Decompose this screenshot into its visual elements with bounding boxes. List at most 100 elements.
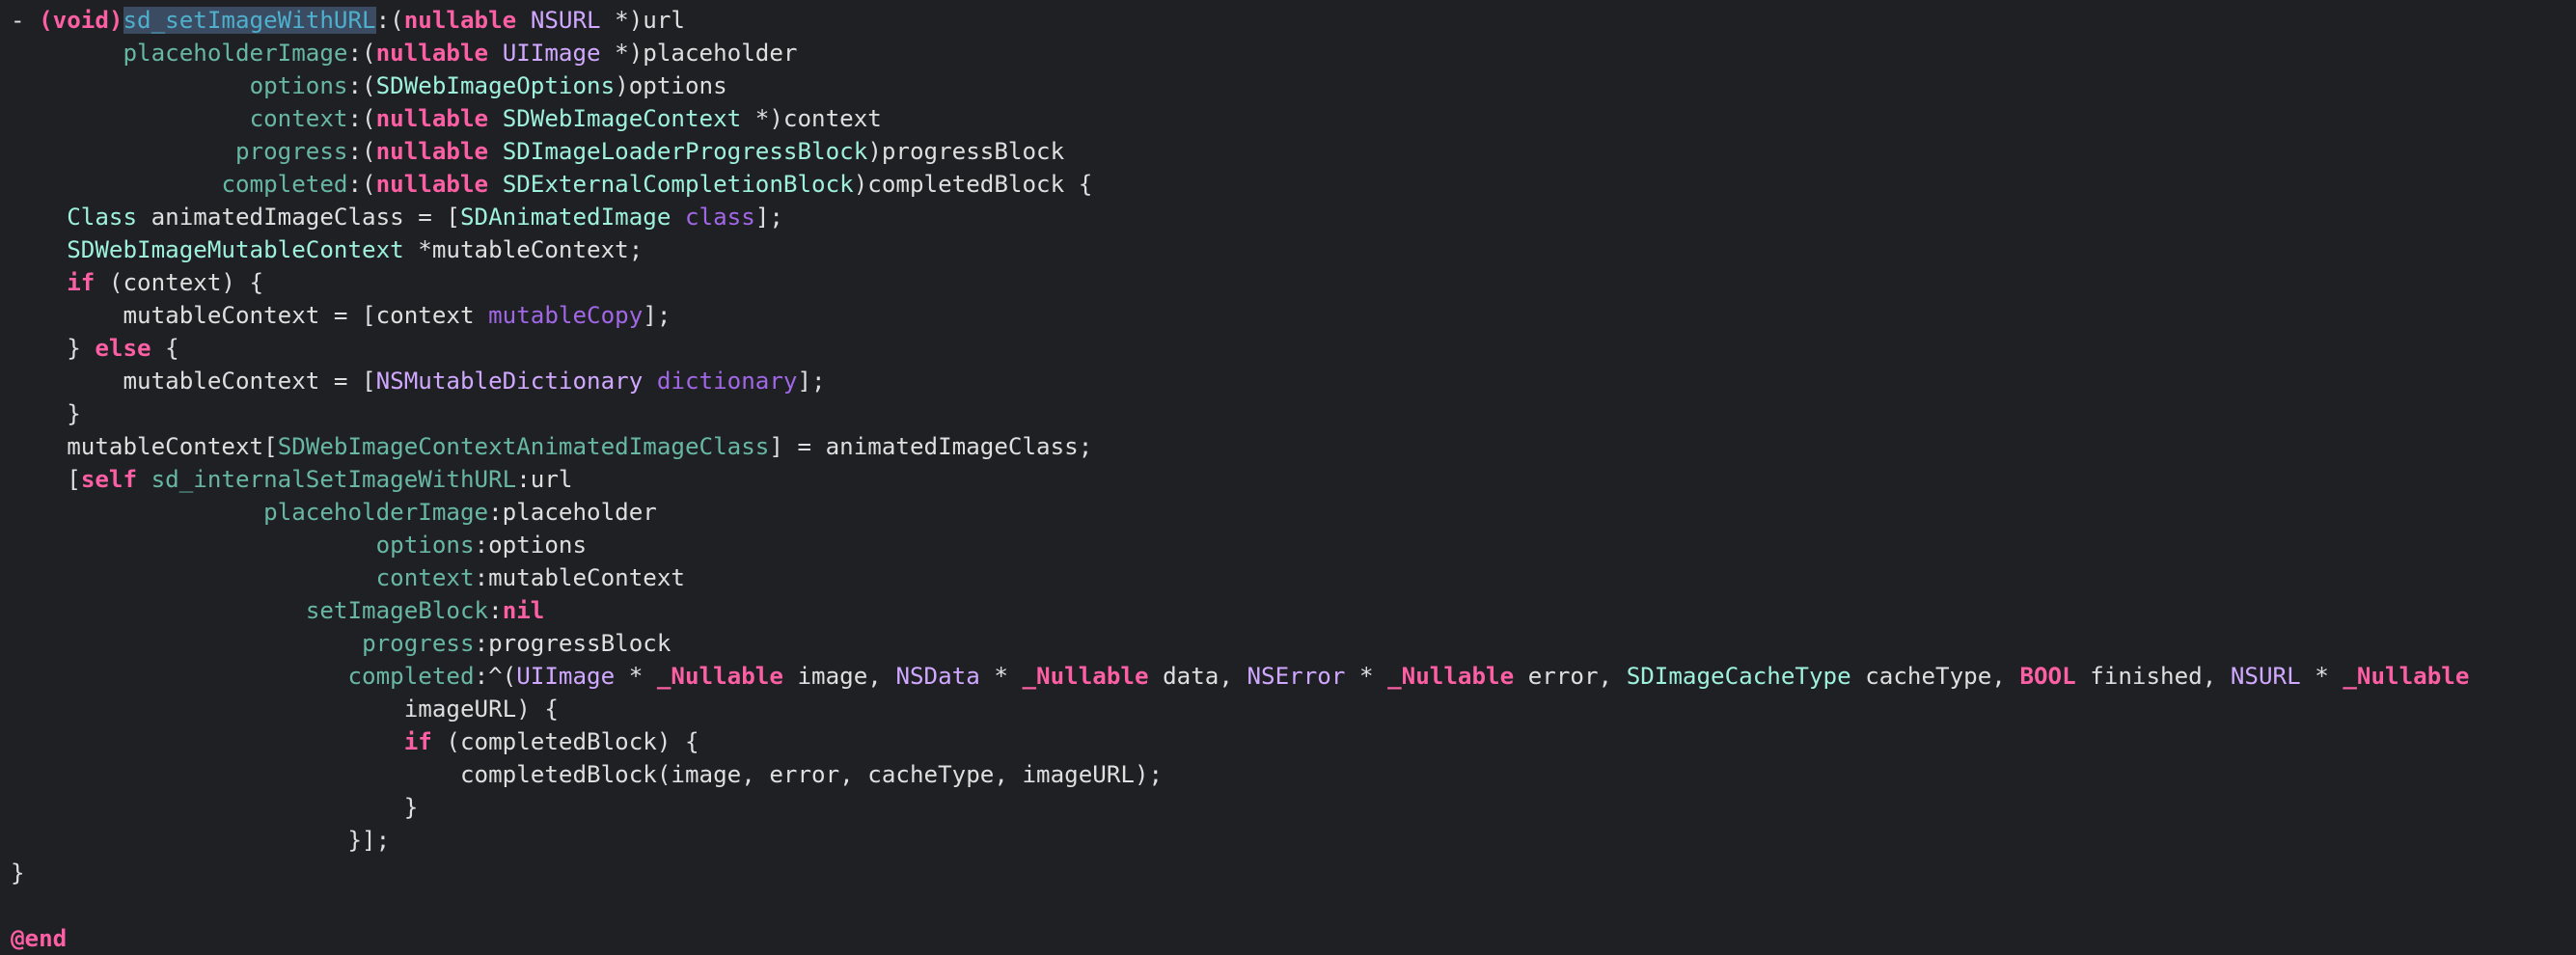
code-token: (context) {	[95, 269, 264, 296]
code-line[interactable]: if (completedBlock) {	[11, 725, 2469, 758]
code-token: progress	[235, 138, 348, 165]
code-line[interactable]: } else {	[11, 332, 2469, 365]
code-token: :^(	[474, 663, 517, 690]
code-line[interactable]: mutableContext = [NSMutableDictionary di…	[11, 365, 2469, 397]
code-token: mutableContext = [context	[11, 302, 489, 329]
code-token: SDImageCacheType	[1626, 663, 1851, 690]
code-line[interactable]: context:(nullable SDWebImageContext *)co…	[11, 102, 2469, 135]
code-token: class	[685, 204, 755, 231]
code-token: :(	[347, 40, 376, 67]
code-token: mutableContext = [	[11, 368, 376, 395]
code-token: dictionary	[656, 368, 798, 395]
code-line[interactable]: progress:(nullable SDImageLoaderProgress…	[11, 135, 2469, 168]
code-token: :(	[347, 72, 376, 99]
code-line[interactable]: if (context) {	[11, 266, 2469, 299]
code-token: *	[1345, 663, 1388, 690]
code-token: :(	[375, 7, 404, 34]
code-line[interactable]: placeholderImage:placeholder	[11, 496, 2469, 529]
code-token: nil	[502, 597, 545, 624]
code-line[interactable]	[11, 889, 2469, 922]
code-line[interactable]: }	[11, 397, 2469, 430]
code-line[interactable]: }	[11, 857, 2469, 889]
code-token: _Nullable	[1387, 663, 1515, 690]
code-lines[interactable]: - (void)sd_setImageWithURL:(nullable NSU…	[11, 4, 2469, 955]
code-line[interactable]: - (void)sd_setImageWithURL:(nullable NSU…	[11, 4, 2469, 37]
selected-token: sd_setImageWithURL	[123, 7, 376, 34]
code-token: context	[375, 564, 475, 591]
code-token: setImageBlock	[305, 597, 489, 624]
code-token: mutableContext[	[11, 433, 278, 460]
code-token: )completedBlock {	[853, 171, 1093, 198]
code-token: *mutableContext;	[403, 236, 644, 263]
code-line[interactable]: progress:progressBlock	[11, 627, 2469, 660]
code-token: completedBlock(image, error, cacheType, …	[11, 761, 1164, 788]
code-token: finished,	[2075, 663, 2231, 690]
code-token: :(	[347, 138, 376, 165]
code-token: }	[11, 400, 81, 427]
code-token: NSURL	[530, 7, 601, 34]
code-token: mutableCopy	[488, 302, 644, 329]
code-line[interactable]: placeholderImage:(nullable UIImage *)pla…	[11, 37, 2469, 69]
code-token: :(	[347, 171, 376, 198]
code-token: ];	[754, 204, 783, 231]
code-token: progress	[362, 630, 475, 657]
code-line[interactable]: [self sd_internalSetImageWithURL:url	[11, 463, 2469, 496]
code-editor[interactable]: - (void)sd_setImageWithURL:(nullable NSU…	[0, 0, 2576, 955]
code-token: nullable	[375, 171, 489, 198]
code-token: options	[249, 72, 348, 99]
code-token: )progressBlock	[867, 138, 1065, 165]
code-token: @end	[11, 925, 68, 952]
code-token: nullable	[375, 40, 489, 67]
code-line[interactable]: completed:^(UIImage * _Nullable image, N…	[11, 660, 2470, 693]
code-token: nullable	[375, 105, 489, 132]
code-line[interactable]: }];	[11, 824, 2469, 857]
code-line[interactable]: SDWebImageMutableContext *mutableContext…	[11, 233, 2469, 266]
code-token: ];	[797, 368, 826, 395]
code-token: if	[67, 269, 96, 296]
code-token: *	[2300, 663, 2343, 690]
code-token: placeholderImage	[263, 499, 489, 526]
code-token: *	[979, 663, 1023, 690]
code-line[interactable]: context:mutableContext	[11, 561, 2469, 594]
code-token: SDWebImageContextAnimatedImageClass	[277, 433, 770, 460]
code-token: Class	[67, 204, 138, 231]
code-token: *)context	[741, 105, 882, 132]
code-line[interactable]: mutableContext[SDWebImageContextAnimated…	[11, 430, 2469, 463]
code-token: }	[11, 794, 419, 821]
code-line[interactable]: imageURL) {	[11, 693, 2469, 725]
code-token: }	[11, 335, 96, 362]
code-token: :progressBlock	[474, 630, 671, 657]
code-line[interactable]: Class animatedImageClass = [SDAnimatedIm…	[11, 201, 2469, 233]
code-line[interactable]: mutableContext = [context mutableCopy];	[11, 299, 2469, 332]
code-line[interactable]: setImageBlock:nil	[11, 594, 2469, 627]
code-token: (completedBlock) {	[431, 728, 699, 755]
code-token: options	[375, 532, 475, 559]
code-token: :placeholder	[488, 499, 657, 526]
code-token: :mutableContext	[474, 564, 685, 591]
code-token: if	[403, 728, 432, 755]
code-line[interactable]: completedBlock(image, error, cacheType, …	[11, 758, 2469, 791]
code-token: SDWebImageOptions	[375, 72, 616, 99]
code-token: *	[615, 663, 657, 690]
code-line[interactable]: completed:(nullable SDExternalCompletion…	[11, 168, 2469, 201]
code-token: BOOL	[2019, 663, 2076, 690]
code-line[interactable]: options:(SDWebImageOptions)options	[11, 69, 2469, 102]
code-token: :options	[474, 532, 588, 559]
code-line[interactable]: options:options	[11, 529, 2469, 561]
code-token: _Nullable	[1022, 663, 1149, 690]
code-token: error,	[1514, 663, 1627, 690]
code-token: {	[151, 335, 179, 362]
code-line[interactable]: }	[11, 791, 2469, 824]
code-token: nullable	[375, 138, 489, 165]
code-line[interactable]: @end	[11, 922, 2469, 955]
code-token: SDAnimatedImage	[460, 204, 671, 231]
